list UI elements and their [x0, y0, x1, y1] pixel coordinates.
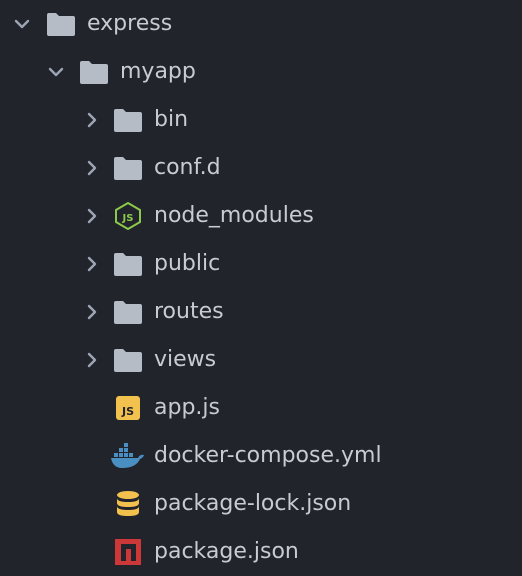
npm-icon: [112, 538, 144, 566]
tree-item-conf-d[interactable]: conf.d: [0, 144, 522, 192]
chevron-right-icon[interactable]: [82, 110, 102, 130]
tree-item-label: myapp: [120, 59, 196, 84]
tree-item-label: bin: [154, 107, 189, 132]
svg-text:JS: JS: [121, 405, 134, 418]
chevron-right-icon[interactable]: [82, 206, 102, 226]
folder-icon: [112, 298, 144, 326]
tree-item-label: public: [154, 251, 221, 276]
database-icon: [112, 490, 144, 518]
tree-item-node-modules[interactable]: JS node_modules: [0, 192, 522, 240]
tree-item-label: routes: [154, 299, 224, 324]
folder-icon: [112, 106, 144, 134]
tree-item-docker-compose[interactable]: docker-compose.yml: [0, 432, 522, 480]
tree-item-label: app.js: [154, 395, 220, 420]
tree-item-express[interactable]: express: [0, 0, 522, 48]
tree-item-public[interactable]: public: [0, 240, 522, 288]
tree-item-routes[interactable]: routes: [0, 288, 522, 336]
tree-item-label: conf.d: [154, 155, 221, 180]
chevron-right-icon[interactable]: [82, 350, 102, 370]
svg-text:JS: JS: [122, 213, 134, 224]
tree-item-app-js[interactable]: JS app.js: [0, 384, 522, 432]
tree-item-label: package-lock.json: [154, 491, 352, 516]
tree-item-label: node_modules: [154, 203, 314, 228]
chevron-right-icon[interactable]: [82, 158, 102, 178]
tree-item-bin[interactable]: bin: [0, 96, 522, 144]
tree-item-label: docker-compose.yml: [154, 443, 382, 468]
tree-item-label: views: [154, 347, 217, 372]
folder-icon: [78, 58, 110, 86]
folder-icon: [112, 346, 144, 374]
tree-item-views[interactable]: views: [0, 336, 522, 384]
tree-item-package-json[interactable]: package.json: [0, 528, 522, 576]
chevron-down-icon[interactable]: [12, 14, 32, 34]
tree-item-package-lock-json[interactable]: package-lock.json: [0, 480, 522, 528]
nodejs-icon: JS: [112, 202, 144, 230]
folder-icon: [45, 10, 77, 38]
folder-icon: [112, 250, 144, 278]
tree-item-label: express: [87, 11, 173, 36]
chevron-down-icon[interactable]: [46, 62, 66, 82]
tree-item-myapp[interactable]: myapp: [0, 48, 522, 96]
tree-item-label: package.json: [154, 539, 299, 564]
chevron-right-icon[interactable]: [82, 302, 102, 322]
javascript-icon: JS: [112, 394, 144, 422]
chevron-right-icon[interactable]: [82, 254, 102, 274]
file-tree: express myapp bin conf.d JS node_modules…: [0, 0, 522, 576]
docker-icon: [110, 442, 144, 470]
folder-icon: [112, 154, 144, 182]
